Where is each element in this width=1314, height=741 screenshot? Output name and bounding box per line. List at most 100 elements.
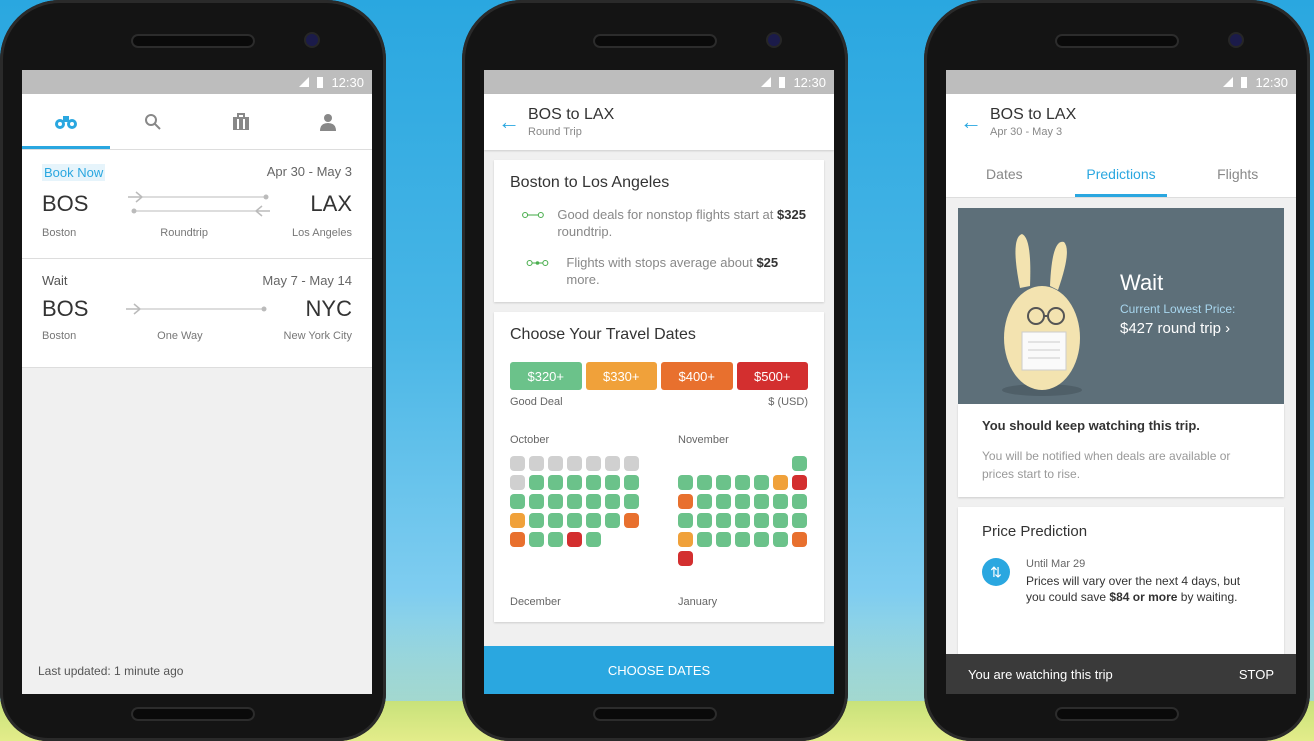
calendar-day[interactable] — [792, 532, 807, 547]
current-lowest-price[interactable]: $427 round trip › — [1120, 320, 1230, 337]
nonstop-text-end: roundtrip. — [557, 224, 613, 239]
calendar-day[interactable] — [567, 494, 582, 509]
calendar-day[interactable] — [716, 475, 731, 490]
calendar-day[interactable] — [716, 513, 731, 528]
calendar-day[interactable] — [624, 513, 639, 528]
calendar-day[interactable] — [735, 475, 750, 490]
calendar-day[interactable] — [697, 513, 712, 528]
calendar-day[interactable] — [586, 513, 601, 528]
calendar-day[interactable] — [678, 513, 693, 528]
calendar-day[interactable] — [510, 513, 525, 528]
prediction-savings: $84 or more — [1109, 590, 1178, 604]
calendar-day[interactable] — [697, 532, 712, 547]
origin-code: BOS — [42, 296, 89, 321]
calendar-empty-cell — [792, 551, 807, 566]
tab-trips[interactable] — [197, 94, 285, 149]
prediction-advice: You should keep watching this trip. You … — [958, 404, 1284, 497]
calendar-day[interactable] — [624, 494, 639, 509]
binoculars-icon — [54, 115, 77, 129]
calendar-empty-cell — [773, 456, 788, 471]
calendar-day[interactable] — [678, 475, 693, 490]
tab-watching[interactable] — [22, 94, 110, 149]
speaker — [131, 707, 255, 721]
calendar-day[interactable] — [624, 475, 639, 490]
screen-dates: 12:30 ← BOS to LAX Round Trip Boston to … — [484, 70, 834, 694]
calendar-day[interactable] — [678, 494, 693, 509]
trip-card-nyc[interactable]: Wait May 7 - May 14 BOS NYC Boston One Way… — [22, 259, 372, 368]
calendar-day[interactable] — [754, 475, 769, 490]
tab-profile[interactable] — [285, 94, 373, 149]
calendar-day[interactable] — [678, 532, 693, 547]
calendar-day[interactable] — [735, 513, 750, 528]
calendar-day[interactable] — [773, 494, 788, 509]
calendar-empty-cell — [754, 456, 769, 471]
month-name: December — [510, 596, 561, 608]
calendar-day[interactable] — [548, 513, 563, 528]
tab-predictions[interactable]: Predictions — [1063, 150, 1180, 197]
calendar-day[interactable] — [567, 513, 582, 528]
search-icon — [145, 113, 161, 130]
battery-icon — [317, 76, 324, 88]
calendar-day[interactable] — [529, 475, 544, 490]
calendar-day[interactable] — [697, 494, 712, 509]
calendar-day[interactable] — [529, 513, 544, 528]
calendar-day[interactable] — [697, 475, 712, 490]
calendar-day[interactable] — [605, 475, 620, 490]
calendar-day[interactable] — [754, 513, 769, 528]
calendar-day[interactable] — [754, 494, 769, 509]
tab-search[interactable] — [110, 94, 198, 149]
trip-card-lax[interactable]: Book Now Apr 30 - May 3 BOS LAX Boston Rou… — [22, 150, 372, 259]
calendar-day[interactable] — [716, 532, 731, 547]
speaker — [593, 707, 717, 721]
calendar-day[interactable] — [735, 532, 750, 547]
tab-dates[interactable]: Dates — [946, 150, 1063, 197]
back-arrow-icon[interactable]: ← — [498, 109, 528, 135]
calendar-day[interactable] — [586, 532, 601, 547]
luggage-icon — [232, 112, 249, 130]
signal-icon — [1223, 77, 1234, 87]
stops-price: $25 — [756, 255, 779, 270]
calendar-day[interactable] — [548, 494, 563, 509]
calendar-day[interactable] — [773, 475, 788, 490]
phone-trips: 12:30 Book Now Apr 30 - May 3 BOS LAX Bo… — [0, 0, 386, 741]
calendar-day[interactable] — [567, 532, 582, 547]
calendar-day[interactable] — [586, 475, 601, 490]
calendar-day[interactable] — [548, 532, 563, 547]
calendar-day[interactable] — [529, 532, 544, 547]
screen-trips: 12:30 Book Now Apr 30 - May 3 BOS LAX Bo… — [22, 70, 372, 694]
origin-city: Boston — [42, 330, 77, 342]
calendar-day[interactable] — [529, 494, 544, 509]
trip-dates: Apr 30 - May 3 — [266, 164, 352, 179]
back-arrow-icon[interactable]: ← — [960, 109, 990, 135]
calendar-day[interactable] — [716, 494, 731, 509]
calendar-day[interactable] — [792, 475, 807, 490]
card-title: Boston to Los Angeles — [510, 174, 670, 191]
calendar-day[interactable] — [773, 513, 788, 528]
calendar-day[interactable] — [792, 513, 807, 528]
calendar-day[interactable] — [567, 475, 582, 490]
calendar-day[interactable] — [510, 532, 525, 547]
route-summary-card: Boston to Los Angeles Good deals for non… — [494, 160, 824, 302]
calendar-day[interactable] — [605, 494, 620, 509]
calendar-day[interactable] — [792, 456, 807, 471]
status-bar: 12:30 — [484, 70, 834, 94]
calendar-day[interactable] — [773, 532, 788, 547]
status-time: 12:30 — [331, 74, 364, 90]
calendar-day[interactable] — [678, 551, 693, 566]
choose-dates-button[interactable]: CHOOSE DATES — [484, 646, 834, 694]
calendar-day[interactable] — [605, 513, 620, 528]
watching-snackbar: You are watching this trip STOP — [946, 654, 1296, 694]
stop-watching-button[interactable]: STOP — [1239, 667, 1274, 682]
calendar-day[interactable] — [735, 494, 750, 509]
calendar-day[interactable] — [792, 494, 807, 509]
bunny-mascot-illustration — [1002, 234, 1082, 396]
calendar-day — [605, 456, 620, 471]
status-time: 12:30 — [793, 74, 826, 90]
destination-code: LAX — [310, 191, 352, 216]
calendar-day[interactable] — [548, 475, 563, 490]
calendar-day[interactable] — [754, 532, 769, 547]
tab-flights[interactable]: Flights — [1179, 150, 1296, 197]
camera — [768, 34, 780, 46]
calendar-day[interactable] — [586, 494, 601, 509]
calendar-day[interactable] — [510, 494, 525, 509]
